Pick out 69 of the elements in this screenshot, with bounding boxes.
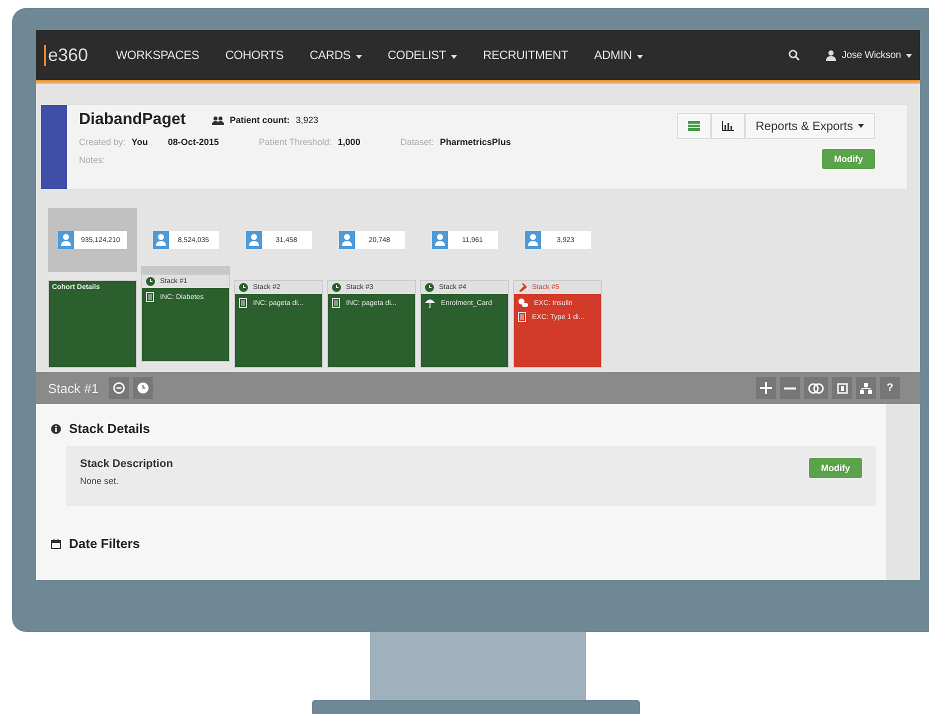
user-icon bbox=[152, 231, 168, 249]
threshold-value: 1,000 bbox=[338, 137, 360, 147]
caret-icon bbox=[906, 54, 912, 58]
calendar-icon bbox=[51, 538, 61, 548]
clock-icon bbox=[239, 283, 248, 292]
created-by-label: Created by: bbox=[79, 137, 126, 147]
clock-icon bbox=[146, 277, 155, 286]
add-button[interactable] bbox=[756, 377, 776, 399]
dataset-label: Dataset: bbox=[400, 137, 434, 147]
patient-count: 3,923 bbox=[296, 115, 318, 125]
overlap-circles-icon bbox=[808, 382, 824, 394]
remove-button[interactable] bbox=[780, 377, 800, 399]
caret-icon bbox=[451, 55, 458, 59]
user-icon bbox=[524, 231, 540, 249]
umbrella-icon bbox=[425, 298, 435, 308]
help-button[interactable]: ? bbox=[880, 377, 900, 399]
clock-icon bbox=[332, 283, 341, 292]
section-heading: Date Filters bbox=[69, 536, 140, 551]
dataset-value: PharmetricsPlus bbox=[440, 137, 511, 147]
info-icon bbox=[51, 424, 61, 434]
clock-icon bbox=[136, 382, 149, 394]
description-title: Stack Description bbox=[80, 458, 173, 470]
sitemap-icon bbox=[860, 382, 872, 394]
collapse-button[interactable] bbox=[108, 377, 129, 399]
table-icon bbox=[688, 121, 700, 131]
user-menu[interactable]: Jose Wickson bbox=[842, 50, 912, 60]
users-icon bbox=[212, 116, 224, 124]
pills-icon bbox=[518, 298, 528, 308]
clipboard-icon bbox=[239, 298, 247, 308]
reports-exports-button[interactable]: Reports & Exports bbox=[744, 113, 875, 139]
user-icon bbox=[432, 231, 448, 249]
history-button[interactable] bbox=[132, 377, 153, 399]
copy-button[interactable] bbox=[832, 377, 852, 399]
search-icon[interactable] bbox=[788, 49, 800, 61]
intersect-button[interactable] bbox=[804, 377, 828, 399]
clipboard-icon bbox=[332, 298, 340, 308]
square-icon bbox=[836, 382, 848, 394]
nav-item[interactable]: CODELIST bbox=[388, 48, 458, 62]
section-heading: Stack Details bbox=[69, 421, 150, 436]
minus-circle-icon bbox=[112, 382, 125, 394]
nav-item[interactable]: ADMIN bbox=[594, 48, 643, 62]
created-date: 08-Oct-2015 bbox=[168, 137, 219, 147]
hierarchy-button[interactable] bbox=[856, 377, 876, 399]
minus-icon bbox=[784, 386, 796, 390]
nav-item[interactable]: CARDS bbox=[310, 48, 362, 62]
created-by: You bbox=[132, 137, 148, 147]
clipboard-icon bbox=[146, 292, 154, 302]
bar-chart-icon bbox=[722, 121, 734, 131]
threshold-label: Patient Threshold: bbox=[258, 137, 332, 147]
nav-item[interactable]: WORKSPACES bbox=[116, 48, 200, 62]
user-icon bbox=[826, 50, 836, 60]
user-icon bbox=[58, 231, 74, 249]
chart-view-button[interactable] bbox=[710, 113, 745, 139]
user-icon bbox=[338, 231, 354, 249]
notes-label: Notes: bbox=[79, 155, 106, 165]
caret-icon bbox=[636, 55, 643, 59]
nav-item[interactable]: COHORTS bbox=[225, 48, 284, 62]
caret-icon bbox=[858, 124, 864, 128]
caret-icon bbox=[356, 55, 362, 59]
plus-icon bbox=[760, 382, 772, 394]
clock-icon bbox=[425, 283, 434, 292]
description-text: None set. bbox=[80, 476, 120, 486]
clipboard-icon bbox=[518, 312, 526, 322]
logo[interactable]: e360 bbox=[44, 44, 88, 66]
nav-item[interactable]: RECRUITMENT bbox=[483, 48, 568, 62]
patient-count-label: Patient count: bbox=[230, 115, 290, 125]
stack-name: Stack #1 bbox=[48, 380, 99, 396]
cohort-name: DiabandPaget bbox=[79, 111, 186, 129]
user-icon bbox=[246, 231, 262, 249]
